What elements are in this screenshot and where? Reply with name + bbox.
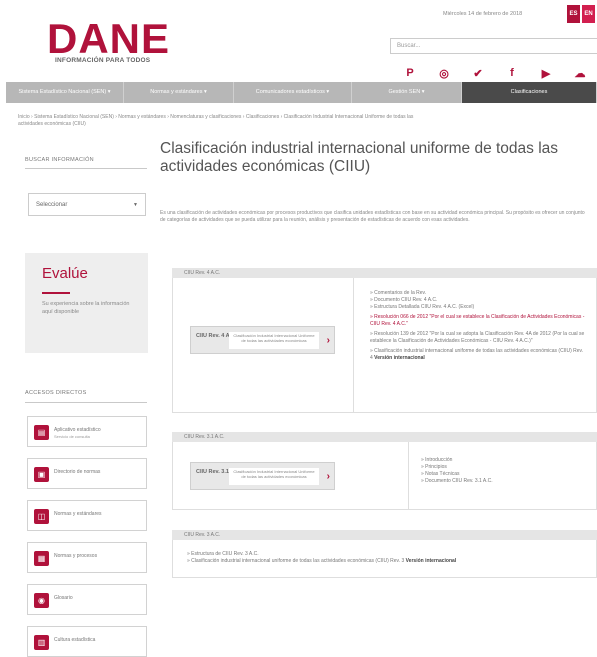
link-text: » Estructura Detallada CIIU Rev. 4 A.C. … xyxy=(370,304,475,310)
section-panel-ciiu-rev4: CIIU Rev. 4 A.C. Clasificación Industria… xyxy=(172,278,597,413)
link-emphasis: Versión internacional xyxy=(405,558,457,564)
directory-icon: ▣ xyxy=(34,467,49,482)
glossary-icon: ◉ xyxy=(34,593,49,608)
standards-icon: ◫ xyxy=(34,509,49,524)
direct-access-item[interactable]: ▤ Aplicativo estadístico Servicio de consu… xyxy=(27,416,147,447)
intro-paragraph: Es una clasificación de actividades econ… xyxy=(160,210,585,223)
section-heading-ciiu-rev31: CIIU Rev. 3.1 A.C. xyxy=(172,432,597,442)
link-text: » Documento CIIU Rev. 4 A.C. xyxy=(370,297,438,303)
nav-item-4[interactable]: Clasificaciones xyxy=(462,82,597,103)
culture-icon: ▥ xyxy=(34,635,49,650)
document-link[interactable]: » Clasificación industrial internacional… xyxy=(187,558,587,565)
document-link[interactable]: » Estructura de CIIU Rev. 3 A.C. xyxy=(187,551,587,558)
document-link[interactable]: » Clasificación industrial internacional… xyxy=(370,348,585,362)
direct-access-item[interactable]: ◫ Normas y estándares xyxy=(27,500,147,531)
link-text: » Documento CIIU Rev. 3.1 A.C. xyxy=(421,478,493,484)
social-links: P◎✔f▶☁■ xyxy=(404,67,597,80)
facebook-icon[interactable]: f xyxy=(506,67,518,80)
section-panel-ciiu-rev3: » Estructura de CIIU Rev. 3 A.C.» Clasif… xyxy=(172,540,597,578)
link-text: » Comentarios de la Rev. xyxy=(370,290,427,296)
logo-tagline: INFORMACIÓN PARA TODOS xyxy=(55,57,151,64)
select-value: Seleccionar xyxy=(36,202,68,208)
direct-access-item[interactable]: ▣ Directorio de normas xyxy=(27,458,147,489)
evaluate-text: Su experiencia sobre la información aquí… xyxy=(42,301,130,315)
app-icon: ▤ xyxy=(34,425,49,440)
direct-access-label: Glosario xyxy=(54,595,73,601)
link-text: » Estructura de CIIU Rev. 3 A.C. xyxy=(187,551,259,557)
link-emphasis: Versión internacional xyxy=(374,355,425,361)
evaluate-accent-bar xyxy=(42,292,70,294)
direct-access-sub: Servicio de consulta xyxy=(54,434,90,439)
divider xyxy=(25,402,147,403)
ciiu-rev4-links: » Comentarios de la Rev.» Documento CIIU… xyxy=(370,290,585,362)
breadcrumb[interactable]: Inicio › Sistema Estadístico Nacional (S… xyxy=(18,114,438,128)
ciiu-rev3-links: » Estructura de CIIU Rev. 3 A.C.» Clasif… xyxy=(187,551,587,565)
language-switcher: ES EN xyxy=(567,5,597,23)
lang-es-button[interactable]: ES xyxy=(567,5,580,23)
nav-item-0[interactable]: Sistema Estadístico Nacional (SEN) ▾ xyxy=(6,82,124,103)
document-link[interactable]: » Resolución 066 de 2012 "Por el cual se… xyxy=(370,314,585,328)
link-text: » Principios xyxy=(421,464,447,470)
nav-item-1[interactable]: Normas y estándares ▾ xyxy=(124,82,234,103)
direct-access-heading: ACCESOS DIRECTOS xyxy=(25,390,87,396)
search-input[interactable]: Buscar... xyxy=(390,38,597,54)
process-icon: ▦ xyxy=(34,551,49,566)
chevron-down-icon: ▼ xyxy=(133,202,138,208)
evaluate-title: Evalúe xyxy=(42,265,88,282)
section-panel-ciiu-rev31: CIIU Rev. 3.1 A.C. Clasificación Industr… xyxy=(172,442,597,510)
instagram-icon[interactable]: ◎ xyxy=(438,67,450,80)
direct-access-label: Normas y estándares xyxy=(54,511,102,517)
link-text: » Notas Técnicas xyxy=(421,471,460,477)
direct-access-label: Normas y procesos xyxy=(54,553,98,559)
section-heading-ciiu-rev4: CIIU Rev. 4 A.C. xyxy=(172,268,597,278)
link-text: » Clasificación industrial internacional… xyxy=(187,558,405,564)
direct-access-item[interactable]: ◉ Glosario xyxy=(27,584,147,615)
dane-logo[interactable]: DANE xyxy=(47,18,170,60)
document-link[interactable]: » Introducción xyxy=(421,457,591,464)
ciiu-rev31-card[interactable]: CIIU Rev. 3.1 A.C. Clasificación Industr… xyxy=(190,462,335,490)
document-link[interactable]: » Documento CIIU Rev. 4 A.C. xyxy=(370,297,585,304)
link-text: » Resolución 066 de 2012 "Por el cual se… xyxy=(370,314,585,327)
card-description: Clasificación Industrial Internacional U… xyxy=(229,332,319,349)
section-heading-ciiu-rev3: CIIU Rev. 3 A.C. xyxy=(172,530,597,540)
search-info-heading: BUSCAR INFORMACIÓN xyxy=(25,157,94,163)
ciiu-rev31-links: » Introducción» Principios» Notas Técnic… xyxy=(421,457,591,485)
arrow-right-icon: › xyxy=(326,335,330,346)
document-link[interactable]: » Principios xyxy=(421,464,591,471)
youtube-icon[interactable]: ▶ xyxy=(540,67,552,80)
direct-access-label: Aplicativo estadístico xyxy=(54,427,101,433)
lang-en-button[interactable]: EN xyxy=(582,5,595,23)
twitter-icon[interactable]: ✔ xyxy=(472,67,484,80)
nav-item-2[interactable]: Comunicadores estadísticos ▾ xyxy=(234,82,352,103)
document-link[interactable]: » Comentarios de la Rev. xyxy=(370,290,585,297)
divider xyxy=(25,168,147,169)
card-description: Clasificación Industrial Internacional U… xyxy=(229,468,319,485)
current-date: Miércoles 14 de febrero de 2018 xyxy=(443,11,523,17)
link-text: » Introducción xyxy=(421,457,453,463)
pinterest-icon[interactable]: P xyxy=(404,67,416,80)
cloud-icon[interactable]: ☁ xyxy=(574,67,586,80)
direct-access-item[interactable]: ▥ Cultura estadística xyxy=(27,626,147,657)
document-link[interactable]: » Resolución 139 de 2012 "Por la cual se… xyxy=(370,331,585,345)
direct-access-item[interactable]: ▦ Normas y procesos xyxy=(27,542,147,573)
direct-access-label: Directorio de normas xyxy=(54,469,101,475)
main-nav: Sistema Estadístico Nacional (SEN) ▾ Norm… xyxy=(6,82,597,103)
ciiu-rev4-card[interactable]: CIIU Rev. 4 A.C. Clasificación Industria… xyxy=(190,326,335,354)
link-text: » Resolución 139 de 2012 "Por la cual se… xyxy=(370,331,585,344)
document-link[interactable]: » Notas Técnicas xyxy=(421,471,591,478)
document-link[interactable]: » Estructura Detallada CIIU Rev. 4 A.C. … xyxy=(370,304,585,311)
info-select[interactable]: Seleccionar ▼ xyxy=(28,193,146,216)
nav-item-3[interactable]: Gestión SEN ▾ xyxy=(352,82,462,103)
direct-access-label: Cultura estadística xyxy=(54,637,96,643)
page-title: Clasificación industrial internacional u… xyxy=(160,140,559,175)
document-link[interactable]: » Documento CIIU Rev. 3.1 A.C. xyxy=(421,478,591,485)
arrow-right-icon: › xyxy=(326,471,330,482)
